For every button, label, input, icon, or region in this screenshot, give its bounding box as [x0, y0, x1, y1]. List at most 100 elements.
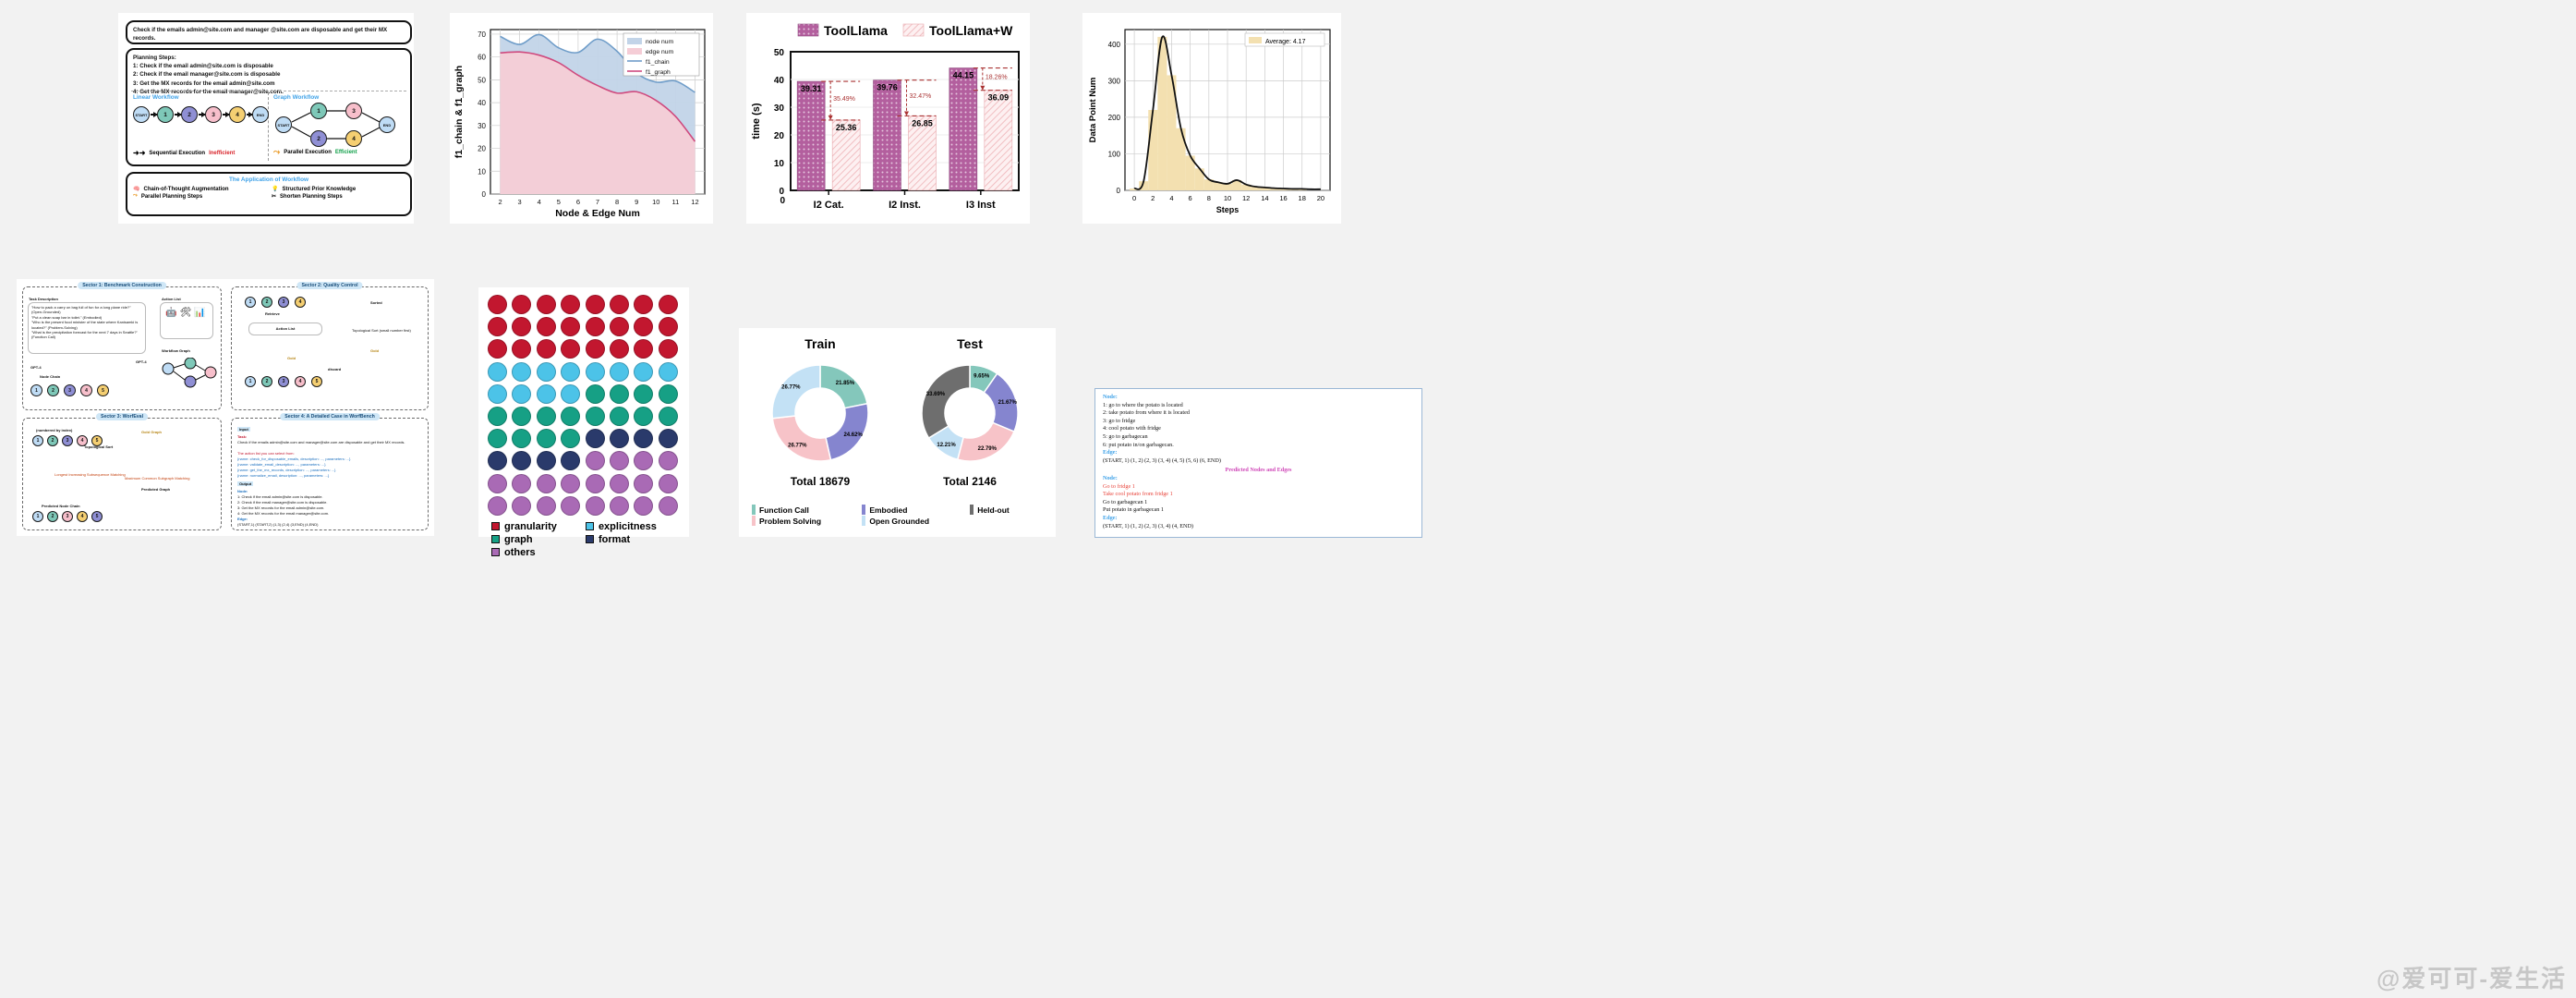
sector-3-title: Sector 3: WorfEval	[95, 413, 149, 420]
category-dot	[585, 406, 605, 426]
svg-text:ToolLlama+W: ToolLlama+W	[929, 23, 1013, 38]
pie-legend-item: Problem Solving	[752, 516, 854, 526]
svg-text:Test: Test	[957, 336, 983, 351]
graph-edges	[291, 110, 381, 140]
svg-text:200: 200	[1108, 114, 1121, 122]
application-item: Structured Prior Knowledge	[282, 186, 357, 192]
svg-text:12.21%: 12.21%	[937, 443, 956, 448]
svg-text:Data Point Num: Data Point Num	[1088, 78, 1098, 143]
category-dot	[634, 406, 654, 426]
svg-text:40: 40	[774, 76, 785, 86]
category-dot	[609, 429, 629, 449]
predicted-node-label: Node:	[1103, 474, 1118, 481]
application-title: The Application of Workflow	[229, 176, 308, 183]
category-dot-matrix-panel: granularity explicitness graph format others	[478, 287, 689, 558]
svg-text:6: 6	[576, 198, 580, 206]
category-dot	[634, 473, 654, 493]
pie-legend: Function Call Embodied Held-out Problem Sol…	[739, 505, 1056, 526]
svg-text:ToolLlama: ToolLlama	[824, 23, 888, 38]
case-node: 3: Get the MX records for the email admi…	[237, 505, 325, 510]
svg-text:10: 10	[1224, 194, 1231, 202]
node-2: 2	[181, 106, 198, 123]
case-edge-label: Edge:	[237, 517, 248, 521]
shorten-icon: ✂	[272, 194, 277, 200]
case-node: 4: cool potato with fridge	[1103, 425, 1161, 432]
edge-label: Edge:	[1103, 449, 1118, 456]
svg-text:12: 12	[1242, 194, 1250, 202]
category-dot	[585, 383, 605, 404]
svg-text:26.85: 26.85	[912, 118, 933, 128]
category-dot	[561, 495, 581, 516]
predicted-node: Take cool potato from fridge 1	[1103, 491, 1173, 498]
category-dot	[561, 339, 581, 359]
category-dot	[536, 361, 556, 382]
svg-text:8: 8	[615, 198, 619, 206]
action-icons: 🤖 🛠 📊	[160, 302, 213, 339]
category-dot	[609, 406, 629, 426]
predicted-node: Go to garbagecan 1	[1103, 498, 1148, 505]
svg-text:25.36: 25.36	[836, 123, 857, 132]
category-dot	[512, 429, 532, 449]
legend-swatch	[752, 516, 756, 526]
svg-text:Train: Train	[804, 336, 835, 351]
svg-text:I3 Inst: I3 Inst	[966, 200, 996, 211]
svg-text:Steps: Steps	[1216, 205, 1240, 214]
knowledge-icon: 💡	[272, 187, 279, 192]
svg-text:300: 300	[1108, 77, 1121, 85]
svg-text:24.62%: 24.62%	[843, 432, 863, 438]
action-list-label: Action List	[275, 326, 296, 332]
legend-swatch	[585, 522, 594, 531]
case-action: {name: check_for_disposable_emails, desc…	[237, 456, 351, 461]
category-dot	[536, 406, 556, 426]
pie-legend-item: Open Grounded	[862, 516, 962, 526]
tools-icon: 🛠	[179, 308, 192, 318]
category-dot	[536, 295, 556, 314]
category-dot	[634, 317, 654, 337]
svg-text:20: 20	[1317, 194, 1324, 202]
sequential-arrow-icon: ➜➜	[133, 149, 146, 157]
gold-label: Gold	[287, 356, 296, 360]
sorted-label: Sorted	[370, 300, 382, 305]
dataset-distribution-panel: Train 21.85% 24.62% 26.77% 26.77% Total 18679…	[739, 328, 1056, 537]
category-dot	[585, 473, 605, 493]
category-dot	[488, 361, 507, 382]
category-dot	[658, 495, 678, 516]
category-dot	[536, 495, 556, 516]
svg-text:6: 6	[1189, 194, 1192, 202]
predicted-edge-label: Edge:	[1103, 514, 1118, 521]
application-callout: The Application of Workflow 🧠 Chain-of-Th…	[126, 172, 412, 216]
task-description-title: Task Description	[29, 297, 58, 301]
latency-bar-chart-panel: 0 10 20 30 40 50 I2 Cat. 39.31 25.36 35.49% I2 Ins…	[746, 13, 1030, 224]
svg-text:9: 9	[635, 198, 638, 206]
node-1: 1	[157, 106, 174, 123]
predicted-node-chain-label: Predicted Node Chain	[42, 504, 80, 508]
category-dot	[561, 317, 581, 337]
eval-nodes-row2: 1 2 3 4 5	[32, 511, 103, 522]
category-dot	[512, 339, 532, 359]
legend-swatch	[752, 505, 756, 515]
linear-caption: Sequential Execution	[149, 150, 206, 156]
category-dot	[512, 451, 532, 471]
legend-label: Embodied	[869, 505, 908, 515]
dot-legend-item: explicitness	[585, 521, 676, 532]
svg-text:9.65%: 9.65%	[974, 373, 990, 379]
example-text: "Who is the present food minister of the…	[31, 320, 139, 330]
case-node: 1: Check if the email admin@site.com is …	[237, 494, 323, 499]
case-action: {name: get_the_mx_records, description: …	[237, 468, 336, 472]
svg-text:f1_chain & f1_graph: f1_chain & f1_graph	[454, 66, 465, 158]
graph-caption: Parallel Execution	[284, 149, 332, 155]
case-input-label: Input	[237, 427, 250, 432]
planning-heading: Planning Steps:	[133, 55, 176, 61]
case-node: 4: Get the MX records for the email mana…	[237, 511, 330, 516]
dot-legend-item: format	[585, 534, 676, 545]
case-node: 3: go to fridge	[1103, 417, 1136, 424]
arrow-icon	[175, 112, 182, 116]
svg-text:30: 30	[478, 122, 486, 130]
svg-text:7: 7	[596, 198, 599, 206]
lis-label: Longest Increasing Subsequence Matching	[54, 472, 126, 477]
node-4: 4	[229, 106, 246, 123]
category-dot	[488, 495, 507, 516]
watermark: @爱可可-爱生活	[2376, 965, 2567, 992]
task-callout: Check if the emails admin@site.com and m…	[126, 20, 412, 44]
category-dot	[634, 295, 654, 314]
